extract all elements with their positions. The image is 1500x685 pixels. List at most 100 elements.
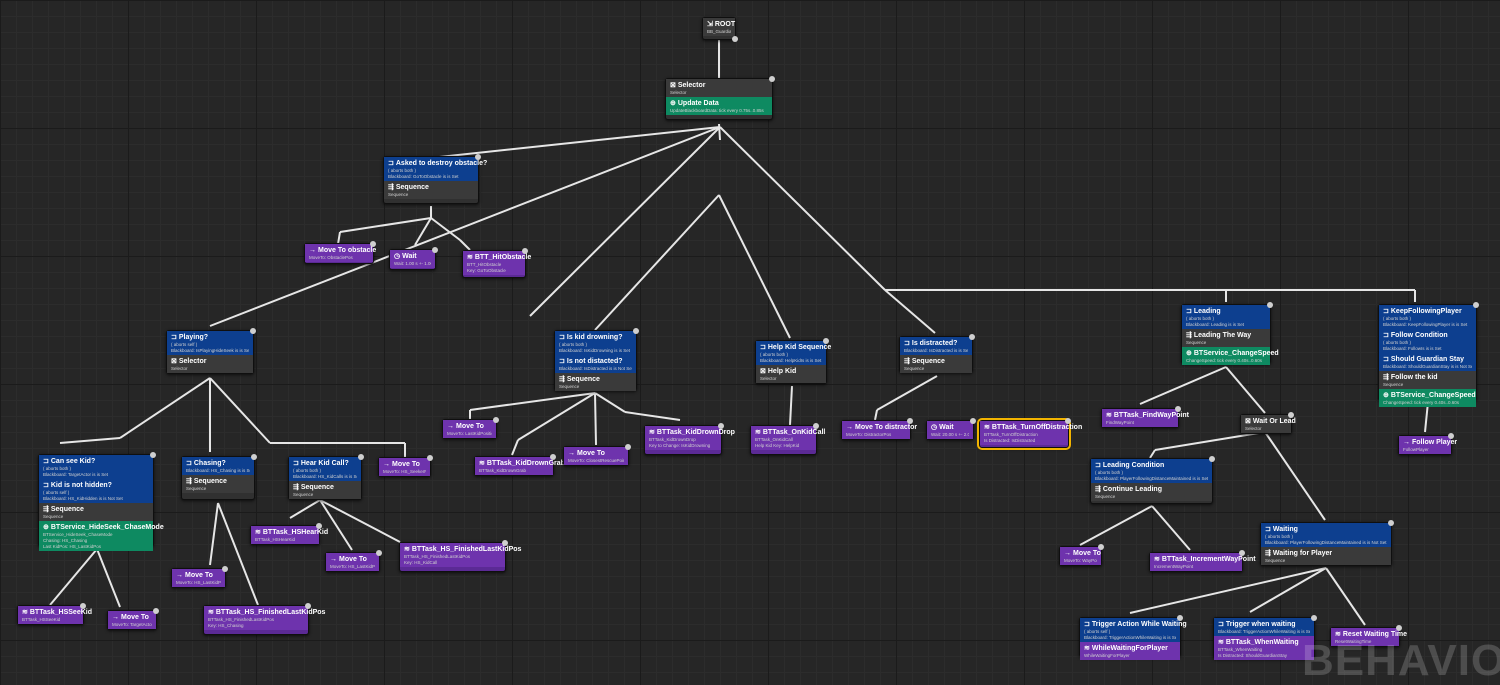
input-pin[interactable]	[150, 452, 156, 458]
selector-icon: ⊠	[1245, 418, 1251, 425]
input-pin[interactable]	[432, 247, 438, 253]
decorator-icon: ⊐	[1084, 621, 1090, 628]
drowning-node[interactable]: ⊐ Is kid drowning? ( aborts both ) Blackb…	[554, 328, 639, 391]
selector-icon: ⊠	[171, 358, 177, 365]
service-title: BTService_HideSeek_ChaseMode	[50, 524, 164, 531]
node-sub: Key: GoToObstacle	[467, 268, 506, 273]
output-pin[interactable]	[732, 36, 738, 42]
sequence-icon: ⇶	[1186, 332, 1192, 339]
input-pin[interactable]	[1239, 550, 1245, 556]
move-seeker-node[interactable]: →Move To MoveTo: HS_SeekerPos	[378, 455, 433, 477]
move-rescue-node[interactable]: → Move To MoveTo: ClosestRescuePoint	[563, 444, 631, 466]
input-pin[interactable]	[718, 423, 724, 429]
move-last-kid-node[interactable]: → Move To MoveTo: HS_LastKidPos	[171, 566, 228, 588]
input-pin[interactable]	[1209, 456, 1215, 462]
can-see-kid-node[interactable]: ⊐ Can see Kid? ( aborts both ) Blackboard…	[38, 452, 164, 551]
input-pin[interactable]	[907, 418, 913, 424]
input-pin[interactable]	[502, 540, 508, 546]
input-pin[interactable]	[251, 454, 257, 460]
keep-following-node[interactable]: ⊐ KeepFollowingPlayer ( aborts both ) Bla…	[1378, 302, 1479, 407]
decorator-title: Kid is not hidden?	[50, 482, 112, 489]
input-pin[interactable]	[153, 608, 159, 614]
move-target-node[interactable]: → Move To MoveTo: TargetActor	[107, 608, 159, 630]
node-sub: Sequence	[1383, 382, 1404, 387]
move-icon: →	[176, 572, 183, 579]
hit-obstacle-node[interactable]: ≋ BTT_HitObstacle BTT_HitObstacle Key: Go…	[462, 248, 531, 278]
find-waypoint-node[interactable]: ≋ BTTask_FindWayPoint FindWayPoint	[1101, 406, 1189, 428]
decorator-title: Should Guardian Stay	[1390, 356, 1464, 363]
distracted-node[interactable]: ⊐ Is distracted? Blackboard: IsDistracted…	[899, 334, 975, 373]
kid-drown-grab-node[interactable]: ≋ BTTask_KidDrownGrab BTTask_KidDrownGrab	[474, 454, 565, 476]
input-pin[interactable]	[1311, 615, 1317, 621]
chasing-node[interactable]: ⊐ Chasing? Blackboard: HS_Chasing is is S…	[181, 454, 257, 500]
node-sub: Sequence	[43, 514, 64, 519]
input-pin[interactable]	[1448, 433, 1454, 439]
move-waypoint-node[interactable]: →Move To MoveTo: WayPoint	[1059, 544, 1104, 566]
input-pin[interactable]	[1288, 412, 1294, 418]
input-pin[interactable]	[625, 444, 631, 450]
leading-node[interactable]: ⊐ Leading ( aborts both ) Blackboard: Lea…	[1181, 302, 1279, 365]
input-pin[interactable]	[370, 241, 376, 247]
playing-node[interactable]: ⊐ Playing? ( aborts self ) Blackboard: Is…	[166, 328, 256, 374]
input-pin[interactable]	[633, 328, 639, 334]
turn-off-distraction-node[interactable]: ≋ BTTask_TurnOffDistraction BTTask_TurnOf…	[977, 418, 1082, 450]
wait-or-lead-node[interactable]: ⊠ Wait Or Lead Selector	[1240, 412, 1296, 434]
root-node[interactable]: ⇲ROOT BB_Guardian	[702, 17, 738, 42]
hs-finished-1-node[interactable]: ≋ BTTask_HS_FinishedLastKidPos BTTask_HS_…	[203, 603, 325, 635]
on-kid-call-node[interactable]: ≋ BTTask_OnKidCall BTTask_OnKidCall Help …	[750, 423, 825, 455]
input-pin[interactable]	[316, 523, 322, 529]
kid-drown-drop-node[interactable]: ≋ BTTask_KidDrownDrop BTTask_KidDrownDrop…	[644, 423, 735, 455]
task-icon: ≋	[984, 424, 990, 431]
trigger-while-waiting-node[interactable]: ⊐ Trigger Action While Waiting ( aborts s…	[1079, 615, 1187, 660]
input-pin[interactable]	[1177, 615, 1183, 621]
wait-obstacle-node[interactable]: ◷Wait Wait: 1.00 s +- 1.00 s	[389, 247, 438, 270]
follow-player-node[interactable]: → Follow Player FollowPlayer	[1398, 433, 1457, 455]
input-pin[interactable]	[522, 248, 528, 254]
input-pin[interactable]	[376, 550, 382, 556]
selector-main-node[interactable]: ⊠ Selector Selector ⊕ Update Data UpdateBl…	[665, 76, 775, 120]
input-pin[interactable]	[969, 334, 975, 340]
hs-hear-kid-node[interactable]: ≋ BTTask_HSHearKid BTTask_HSHearKid	[250, 523, 328, 545]
decorator-sub: Blackboard: IsPlayingHideSeek is is Set	[171, 348, 249, 353]
input-pin[interactable]	[1065, 418, 1071, 424]
node-title: BTTask_HSSeeKid	[29, 609, 92, 616]
move-last-kid2-node[interactable]: → Move To MoveTo: HS_LastKidPos	[325, 550, 382, 572]
input-pin[interactable]	[1396, 625, 1402, 631]
wait-distract-node[interactable]: ◷Wait Wait: 20.00 s +- 2.00 s	[926, 418, 976, 440]
wait-icon: ◷	[931, 424, 938, 431]
node-sub: Sequence	[1265, 558, 1286, 563]
move-obstacle-node[interactable]: → Move To obstacle MoveTo: ObstaclePos	[304, 241, 376, 264]
hear-kid-node[interactable]: ⊐ Hear Kid Call? ( aborts both ) Blackboa…	[288, 454, 364, 500]
input-pin[interactable]	[493, 417, 499, 423]
input-pin[interactable]	[970, 418, 976, 424]
obstacle-node[interactable]: ⊐ Asked to destroy obstacle? ( aborts bot…	[383, 154, 487, 204]
input-pin[interactable]	[305, 603, 311, 609]
help-kid-node[interactable]: ⊐ Help Kid Sequence ( aborts both ) Black…	[755, 338, 831, 384]
input-pin[interactable]	[1473, 302, 1479, 308]
input-pin[interactable]	[813, 423, 819, 429]
input-pin[interactable]	[823, 338, 829, 344]
increment-waypoint-node[interactable]: ≋ BTTask_IncrementWayPoint IncrementWayPo…	[1149, 550, 1256, 572]
input-pin[interactable]	[769, 76, 775, 82]
sequence-icon: ⇶	[1383, 374, 1389, 381]
input-pin[interactable]	[358, 454, 364, 460]
input-pin[interactable]	[550, 454, 556, 460]
move-last-kid-pos-node[interactable]: → Move To MoveTo: LastKidPosition	[442, 417, 499, 439]
input-pin[interactable]	[475, 154, 481, 160]
input-pin[interactable]	[1388, 520, 1394, 526]
hs-finished-2-node[interactable]: ≋ BTTask_HS_FinishedLastKidPos BTTask_HS_…	[399, 540, 521, 572]
move-icon: →	[383, 461, 390, 468]
hs-see-kid-node[interactable]: ≋ BTTask_HSSeeKid BTTask_HSSeeKid	[17, 603, 92, 625]
input-pin[interactable]	[1098, 544, 1104, 550]
input-pin[interactable]	[1175, 406, 1181, 412]
node-title: Wait	[402, 253, 417, 260]
input-pin[interactable]	[1267, 302, 1273, 308]
input-pin[interactable]	[222, 566, 228, 572]
input-pin[interactable]	[80, 603, 86, 609]
trigger-when-waiting-node[interactable]: ⊐ Trigger when waiting Blackboard: Trigge…	[1213, 615, 1317, 660]
input-pin[interactable]	[427, 455, 433, 461]
move-distractor-node[interactable]: → Move To distractor MoveTo: DistractorPo…	[841, 418, 917, 440]
waiting-node[interactable]: ⊐ Waiting ( aborts both ) Blackboard: Pla…	[1260, 520, 1394, 566]
input-pin[interactable]	[250, 328, 256, 334]
leading-condition-node[interactable]: ⊐ Leading Condition ( aborts both ) Black…	[1090, 456, 1215, 504]
